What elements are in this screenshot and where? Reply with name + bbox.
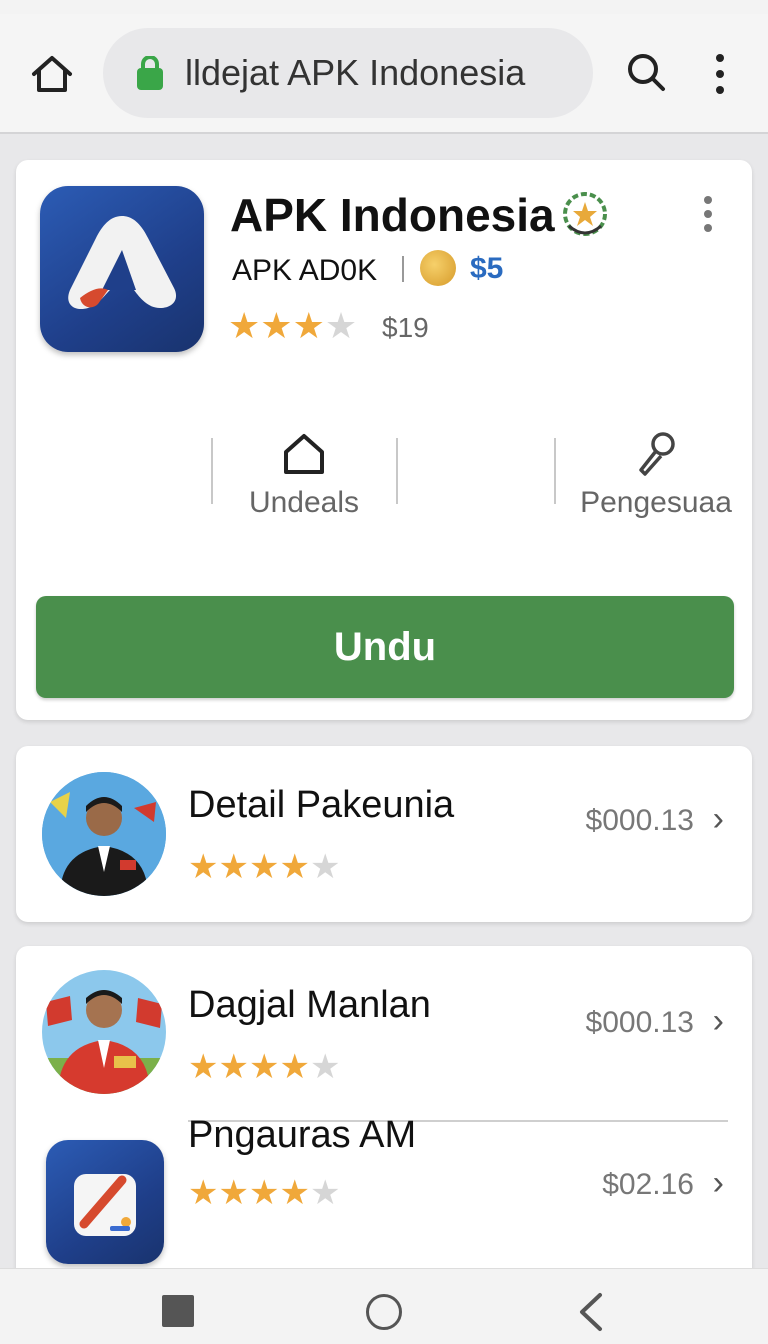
more-vertical-icon[interactable] (700, 50, 740, 98)
award-badge-icon (560, 192, 610, 238)
list-item-price: $000.13 (585, 804, 694, 837)
list-item[interactable]: Pngauras AM ★ ★ ★ ★ ★ $02.16 › (16, 1114, 752, 1286)
star-icon: ★ (324, 305, 358, 346)
pin-icon (576, 430, 736, 480)
star-icon: ★ (188, 848, 219, 886)
star-icon: ★ (309, 1048, 341, 1086)
home-icon[interactable] (28, 50, 76, 98)
app-icon (46, 1140, 164, 1264)
home-circle-icon[interactable] (366, 1294, 402, 1330)
list-item-title: Detail Pakeunia (188, 784, 455, 826)
star-icon: ★ (188, 1174, 219, 1212)
star-icon: ★ (248, 1048, 280, 1086)
feature-pengesuaa[interactable]: Pengesuaa (576, 430, 736, 520)
app-list-card: Detail Pakeunia ★ ★ ★ ★ ★ $000.13 › (16, 746, 752, 922)
list-item-stars: ★ ★ ★ ★ ★ (188, 850, 340, 884)
star-icon: ★ (218, 1048, 249, 1086)
star-icon: ★ (292, 305, 325, 346)
divider (554, 438, 556, 504)
star-icon: ★ (218, 848, 249, 886)
app-icon (40, 186, 204, 352)
address-bar[interactable]: lldejat APK Indonesia (103, 28, 593, 118)
coin-icon (420, 250, 456, 286)
list-item-price: $000.13 (585, 1006, 694, 1039)
app-detail-card: APK Indonesia APK AD0K $5 ★ ★ ★ ★ $19 Un… (16, 160, 752, 720)
feature-label: Undeals (248, 486, 360, 519)
house-icon (246, 430, 362, 480)
search-icon[interactable] (624, 50, 672, 98)
list-item[interactable]: Detail Pakeunia ★ ★ ★ ★ ★ $000.13 › (16, 754, 752, 914)
divider (211, 438, 213, 504)
url-text: lldejat APK Indonesia (185, 52, 526, 93)
avatar (42, 970, 166, 1094)
chevron-right-icon: › (712, 800, 724, 838)
app-title: APK Indonesia (230, 189, 555, 241)
star-icon: ★ (279, 1048, 310, 1086)
status-bar (0, 0, 768, 14)
star-icon: ★ (218, 1174, 249, 1212)
list-item-stars: ★ ★ ★ ★ ★ (188, 1176, 340, 1210)
chevron-right-icon: › (712, 1002, 724, 1040)
list-item-stars: ★ ★ ★ ★ ★ (188, 1050, 340, 1084)
rating-count: $19 (382, 312, 429, 343)
app-price: $5 (470, 252, 504, 285)
star-icon: ★ (279, 1174, 310, 1212)
star-icon: ★ (309, 1174, 341, 1212)
star-icon: ★ (248, 1174, 280, 1212)
developer-name[interactable]: APK AD0K (232, 254, 377, 288)
list-item[interactable]: Dagjal Manlan ★ ★ ★ ★ ★ $000.13 › (16, 954, 752, 1114)
list-item-title: Pngauras AM (188, 1114, 417, 1156)
chevron-right-icon: › (712, 1164, 724, 1202)
star-icon: ★ (188, 1048, 219, 1086)
recent-apps-icon[interactable] (162, 1295, 194, 1327)
list-item-price: $02.16 (602, 1168, 694, 1201)
app-list-card: Dagjal Manlan ★ ★ ★ ★ ★ $000.13 › Pngaur… (16, 946, 752, 1276)
back-icon[interactable] (572, 1291, 612, 1333)
browser-toolbar: lldejat APK Indonesia (0, 14, 768, 134)
list-item-title: Dagjal Manlan (188, 984, 431, 1026)
download-button[interactable]: Undu (36, 596, 734, 698)
feature-undeals[interactable]: Undeals (246, 430, 362, 520)
system-nav-bar (0, 1268, 768, 1344)
divider (396, 438, 398, 504)
star-icon: ★ (309, 848, 341, 886)
star-icon: ★ (248, 848, 280, 886)
app-rating-stars: ★ ★ ★ ★ (228, 308, 357, 344)
app-more-icon[interactable] (696, 192, 720, 238)
separator (402, 256, 404, 282)
avatar (42, 772, 166, 896)
star-icon: ★ (228, 305, 261, 346)
star-icon: ★ (260, 305, 293, 346)
star-icon: ★ (279, 848, 310, 886)
lock-icon (135, 55, 165, 90)
feature-label: Pengesuaa (580, 486, 732, 519)
